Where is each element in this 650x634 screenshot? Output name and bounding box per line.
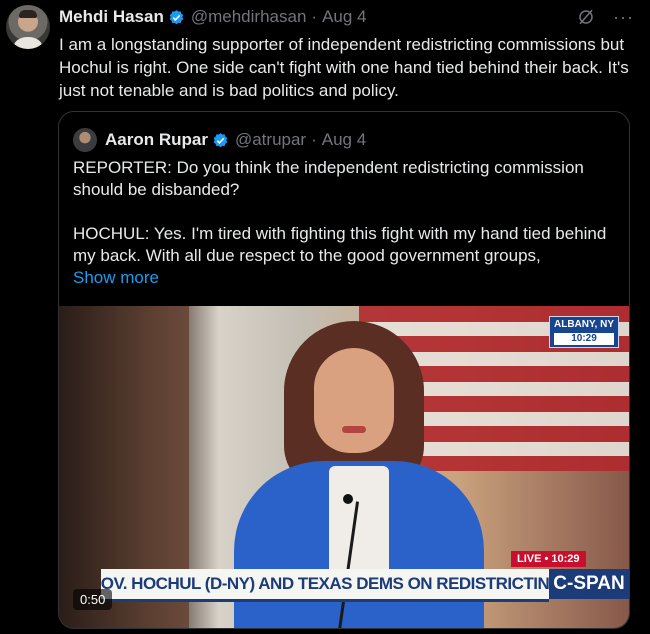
author-handle[interactable]: @mehdirhasan	[191, 7, 307, 27]
avatar-hair	[19, 10, 37, 18]
tweet-date[interactable]: Aug 4	[322, 7, 366, 27]
separator-dot: ·	[311, 130, 317, 149]
author-name[interactable]: Mehdi Hasan	[59, 7, 164, 27]
quoted-author-avatar[interactable]	[73, 128, 97, 152]
live-badge: LIVE • 10:29	[511, 551, 586, 567]
verified-badge-icon	[169, 9, 184, 24]
quoted-text-reporter: REPORTER: Do you think the independent r…	[73, 158, 584, 199]
quoted-author-name[interactable]: Aaron Rupar	[105, 130, 208, 150]
quoted-tweet[interactable]: Aaron Rupar @atrupar · Aug 4 REPORTER: D…	[58, 111, 630, 629]
verified-badge-icon	[213, 132, 228, 147]
video-player[interactable]: ALBANY, NY 10:29 LIVE • 10:29 GOV. HOCHU…	[59, 306, 629, 628]
quoted-tweet-text: REPORTER: Do you think the independent r…	[73, 157, 618, 289]
separator-dot: ·	[311, 7, 318, 26]
tweet-top-actions: ···	[577, 8, 634, 26]
location-label: ALBANY, NY	[553, 319, 614, 330]
tweet-header: Mehdi Hasan @mehdirhasan · Aug 4	[59, 5, 367, 29]
quoted-text-hochul: HOCHUL: Yes. I'm tired with fighting thi…	[73, 224, 607, 265]
more-options-icon[interactable]: ···	[613, 8, 634, 26]
video-duration: 0:50	[73, 589, 113, 610]
location-bug: ALBANY, NY 10:29	[548, 316, 619, 348]
quoted-author-handle[interactable]: @atrupar	[235, 130, 306, 150]
tweet-text: I am a longstanding supporter of indepen…	[59, 35, 629, 100]
quoted-tweet-header: Aaron Rupar @atrupar · Aug 4	[73, 128, 366, 152]
show-more-link[interactable]: Show more	[73, 268, 159, 287]
author-avatar[interactable]	[6, 5, 50, 49]
network-logo: C-SPAN	[549, 569, 629, 599]
quoted-tweet-date[interactable]: Aug 4	[322, 130, 366, 150]
location-time: 10:29	[553, 333, 614, 345]
news-chyron: GOV. HOCHUL (D-NY) AND TEXAS DEMS ON RED…	[101, 569, 549, 602]
grok-icon[interactable]	[577, 8, 595, 26]
avatar-shirt	[14, 37, 42, 49]
